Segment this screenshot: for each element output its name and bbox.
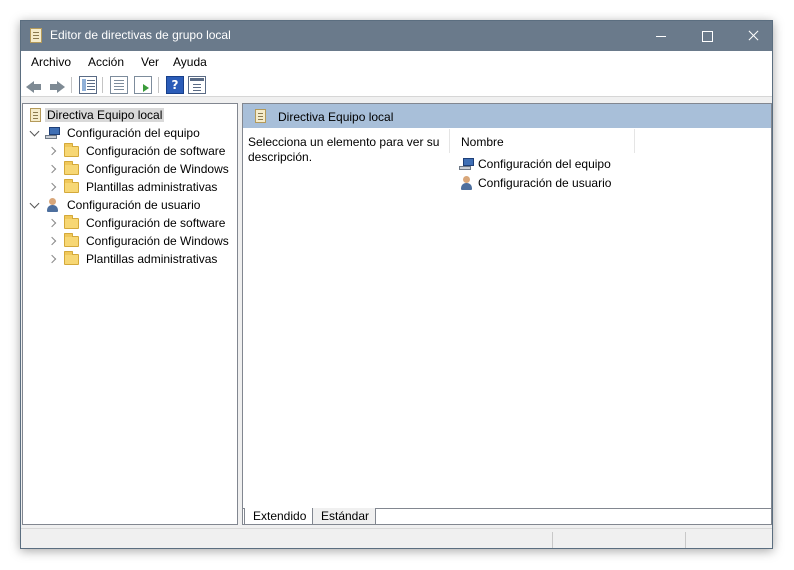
view-tabs: Extendido Estándar — [242, 508, 772, 526]
toolbar-separator — [71, 77, 72, 93]
toolbar-separator — [158, 77, 159, 93]
tree-node-label: Configuración de software — [86, 144, 226, 158]
chevron-right-icon[interactable] — [47, 254, 57, 264]
folder-icon — [64, 179, 79, 193]
policy-icon — [30, 108, 41, 122]
list-item-label: Configuración del equipo — [478, 157, 611, 171]
user-icon — [45, 198, 61, 212]
folder-icon — [64, 215, 79, 229]
details-pane: Directiva Equipo local Selecciona un ele… — [242, 103, 772, 525]
chevron-down-icon[interactable] — [29, 198, 40, 209]
description-text: Selecciona un elemento para ver su descr… — [248, 135, 440, 164]
user-icon — [459, 176, 475, 190]
menu-ayuda[interactable]: Ayuda — [173, 55, 207, 69]
title-bar[interactable]: Editor de directivas de grupo local — [21, 21, 772, 51]
window-title: Editor de directivas de grupo local — [50, 28, 231, 42]
folder-icon — [64, 233, 79, 247]
chevron-right-icon[interactable] — [47, 146, 57, 156]
list-item-computer-config[interactable]: Configuración del equipo — [459, 155, 639, 173]
column-header-nombre[interactable]: Nombre — [461, 135, 504, 149]
tree-node-windows-settings[interactable]: Configuración de Windows — [23, 232, 233, 250]
tree-root[interactable]: Directiva Equipo local — [23, 106, 233, 124]
tree-node-software-settings[interactable]: Configuración de software — [23, 214, 233, 232]
menu-accion[interactable]: Acción — [88, 55, 124, 69]
folder-icon — [64, 143, 79, 157]
chevron-right-icon[interactable] — [47, 164, 57, 174]
status-divider — [552, 532, 553, 548]
list-item-label: Configuración de usuario — [478, 176, 612, 190]
computer-icon — [45, 126, 61, 140]
minimize-button[interactable] — [638, 21, 684, 51]
tree-node-label: Configuración del equipo — [67, 126, 200, 140]
forward-arrow-icon — [50, 81, 65, 93]
folder-icon — [64, 251, 79, 265]
column-divider[interactable] — [634, 129, 635, 153]
chevron-right-icon[interactable] — [47, 218, 57, 228]
policy-icon — [255, 109, 266, 123]
menu-archivo[interactable]: Archivo — [31, 55, 71, 69]
tree-node-label: Configuración de Windows — [86, 234, 229, 248]
policy-editor-icon — [30, 28, 42, 43]
toolbar: ? — [21, 73, 772, 97]
tree-node-label: Configuración de software — [86, 216, 226, 230]
tree-node-software-settings[interactable]: Configuración de software — [23, 142, 233, 160]
tab-estandar[interactable]: Estándar — [312, 508, 377, 525]
tree-node-computer-config[interactable]: Configuración del equipo — [23, 124, 233, 142]
tree-pane: Directiva Equipo local Configuración del… — [22, 103, 238, 525]
help-icon[interactable]: ? — [166, 76, 184, 94]
chevron-right-icon[interactable] — [47, 236, 57, 246]
back-arrow-icon — [26, 81, 41, 93]
details-header: Directiva Equipo local — [243, 104, 771, 128]
maximize-button[interactable] — [684, 21, 730, 51]
tree-node-label: Configuración de usuario — [67, 198, 201, 212]
chevron-down-icon[interactable] — [29, 126, 40, 137]
details-title: Directiva Equipo local — [278, 110, 394, 124]
close-button[interactable] — [730, 21, 772, 51]
computer-icon — [459, 157, 475, 171]
app-window: Editor de directivas de grupo local Arch… — [20, 20, 773, 549]
tree-node-windows-settings[interactable]: Configuración de Windows — [23, 160, 233, 178]
tree-node-user-config[interactable]: Configuración de usuario — [23, 196, 233, 214]
menu-ver[interactable]: Ver — [141, 55, 159, 69]
tree-node-label: Plantillas administrativas — [86, 180, 218, 194]
forward-button[interactable] — [47, 76, 65, 94]
export-list-icon[interactable] — [134, 76, 152, 94]
back-button[interactable] — [25, 76, 43, 94]
tree-node-label: Configuración de Windows — [86, 162, 229, 176]
show-hide-tree-icon[interactable] — [79, 76, 97, 94]
tree-node-label: Plantillas administrativas — [86, 252, 218, 266]
status-bar — [21, 528, 772, 548]
tree-node-admin-templates[interactable]: Plantillas administrativas — [23, 250, 233, 268]
properties-icon[interactable] — [110, 76, 128, 94]
folder-icon — [64, 161, 79, 175]
view-icon[interactable] — [188, 76, 206, 94]
menu-bar: Archivo Acción Ver Ayuda — [21, 51, 772, 73]
column-divider[interactable] — [449, 129, 450, 153]
chevron-right-icon[interactable] — [47, 182, 57, 192]
tab-extendido[interactable]: Extendido — [244, 508, 314, 525]
tree-node-admin-templates[interactable]: Plantillas administrativas — [23, 178, 233, 196]
tree-root-label: Directiva Equipo local — [45, 108, 165, 122]
list-item-user-config[interactable]: Configuración de usuario — [459, 174, 639, 192]
toolbar-separator — [102, 77, 103, 93]
status-divider — [685, 532, 686, 548]
